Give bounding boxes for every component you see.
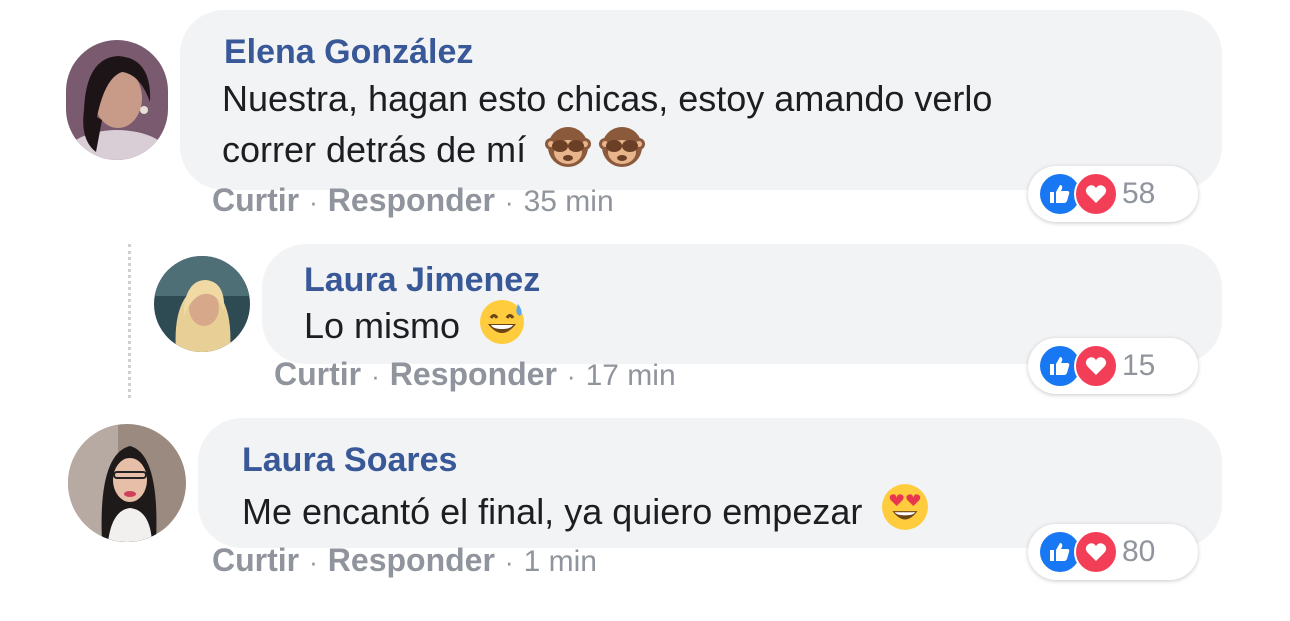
reply-link[interactable]: Responder xyxy=(390,356,557,392)
reply-thread-line xyxy=(128,244,131,398)
reactions-summary[interactable]: 58 xyxy=(1028,166,1198,222)
comment-author[interactable]: Laura Soares xyxy=(242,440,457,480)
like-link[interactable]: Curtir xyxy=(212,542,299,578)
reply-link[interactable]: Responder xyxy=(328,182,495,218)
love-reaction-icon xyxy=(1074,344,1118,388)
comment-text-line: Nuestra, hagan esto chicas, estoy amando… xyxy=(222,76,992,122)
separator: · xyxy=(309,547,318,577)
comment-text-line: correr detrás de mí xyxy=(222,122,646,173)
grinning-sweat-icon xyxy=(478,298,526,346)
comment-timestamp[interactable]: 35 min xyxy=(524,185,614,218)
see-no-evil-monkey-icon xyxy=(598,122,646,170)
avatar[interactable] xyxy=(68,424,186,542)
comment-text-line: Lo mismo xyxy=(304,298,526,349)
reactions-summary[interactable]: 80 xyxy=(1028,524,1198,580)
comment-actions: Curtir · Responder · 17 min xyxy=(274,354,676,396)
comment-actions: Curtir · Responder · 1 min xyxy=(212,540,597,582)
comment-author[interactable]: Laura Jimenez xyxy=(304,260,540,300)
comment-text: correr detrás de mí xyxy=(222,129,527,170)
love-reaction-icon xyxy=(1074,530,1118,574)
comment-text: Me encantó el final, ya quiero empezar xyxy=(242,491,863,532)
comment-author[interactable]: Elena González xyxy=(224,32,473,72)
comment-actions: Curtir · Responder · 35 min xyxy=(212,180,614,222)
comment-text-line: Me encantó el final, ya quiero empezar xyxy=(242,482,930,535)
separator: · xyxy=(309,187,318,217)
avatar-photo xyxy=(66,40,168,160)
reply-link[interactable]: Responder xyxy=(328,542,495,578)
reaction-count: 58 xyxy=(1122,177,1156,210)
avatar-photo xyxy=(154,256,250,352)
avatar-photo xyxy=(68,424,186,542)
avatar[interactable] xyxy=(154,256,250,352)
heart-eyes-icon xyxy=(880,482,930,532)
separator: · xyxy=(371,361,380,391)
see-no-evil-monkey-icon xyxy=(544,122,592,170)
comment-timestamp[interactable]: 1 min xyxy=(524,545,597,578)
reaction-count: 15 xyxy=(1122,349,1156,382)
like-link[interactable]: Curtir xyxy=(212,182,299,218)
like-link[interactable]: Curtir xyxy=(274,356,361,392)
separator: · xyxy=(566,361,576,391)
reaction-count: 80 xyxy=(1122,535,1156,568)
love-reaction-icon xyxy=(1074,172,1118,216)
avatar[interactable] xyxy=(66,40,168,160)
reactions-summary[interactable]: 15 xyxy=(1028,338,1198,394)
comment-text: Nuestra, hagan esto chicas, estoy amando… xyxy=(222,78,993,119)
separator: · xyxy=(504,187,514,217)
comment-text: Lo mismo xyxy=(304,305,461,346)
separator: · xyxy=(504,547,514,577)
comment-timestamp[interactable]: 17 min xyxy=(586,359,676,392)
